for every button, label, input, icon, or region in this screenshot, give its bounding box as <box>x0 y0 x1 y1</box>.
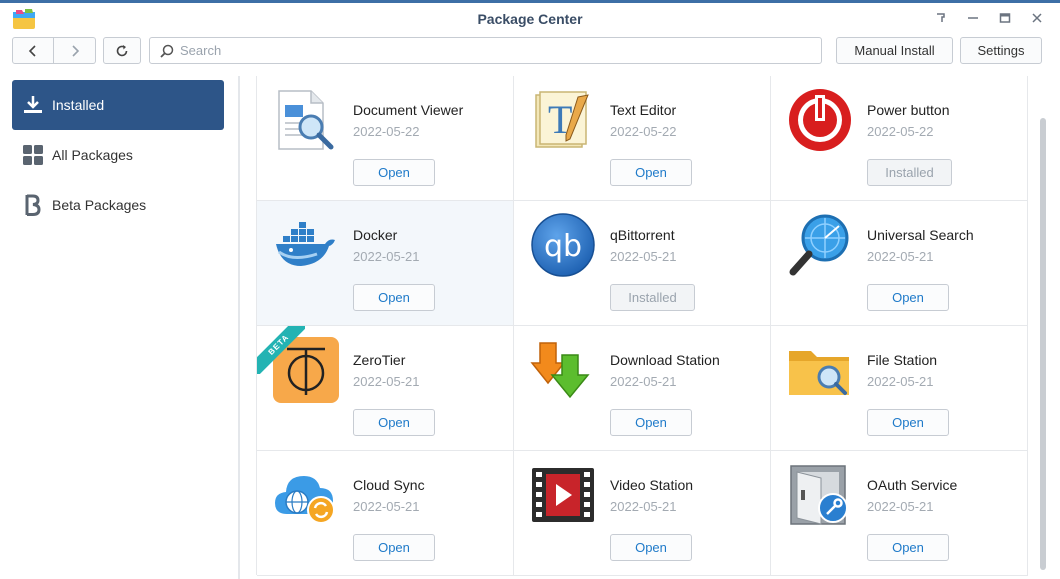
sidebar: Installed All Packages Beta Packages <box>0 70 238 579</box>
video-station-icon <box>532 468 594 522</box>
sidebar-item-label: Installed <box>52 97 105 113</box>
search-icon <box>160 44 174 58</box>
svg-text:qb: qb <box>544 229 582 264</box>
back-button[interactable] <box>12 37 54 64</box>
package-name: Document Viewer <box>353 102 464 118</box>
refresh-button[interactable] <box>103 37 141 64</box>
open-button[interactable]: Open <box>867 534 949 561</box>
docker-icon <box>276 222 335 266</box>
document-viewer-icon <box>278 90 334 150</box>
open-button[interactable]: Open <box>353 159 435 186</box>
package-date: 2022-05-22 <box>353 124 420 139</box>
package-name: Download Station <box>610 352 720 368</box>
package-grid: Document Viewer 2022-05-22 Open T Text E… <box>256 76 1028 576</box>
package-date: 2022-05-22 <box>867 124 934 139</box>
package-date: 2022-05-21 <box>353 499 420 514</box>
package-date: 2022-05-21 <box>610 499 677 514</box>
open-button[interactable]: Open <box>353 534 435 561</box>
title-bar: Package Center <box>0 3 1060 34</box>
package-date: 2022-05-22 <box>610 124 677 139</box>
package-date: 2022-05-21 <box>867 374 934 389</box>
package-name: Docker <box>353 227 398 243</box>
toolbar: Manual Install Settings <box>0 34 1060 70</box>
package-card-zerotier[interactable]: BETA ZeroTier 2022-05-21 Open <box>257 326 514 451</box>
pin-icon[interactable] <box>932 9 950 27</box>
qbittorrent-icon: qb <box>531 213 595 277</box>
package-name: qBittorrent <box>610 227 675 243</box>
beta-icon <box>22 194 44 216</box>
beta-badge: BETA <box>257 326 305 374</box>
package-name: Video Station <box>610 477 694 493</box>
package-card-document-viewer[interactable]: Document Viewer 2022-05-22 Open <box>257 76 514 201</box>
package-name: OAuth Service <box>867 477 958 493</box>
package-card-download-station[interactable]: Download Station 2022-05-21 Open <box>514 326 771 451</box>
sidebar-divider <box>238 76 240 579</box>
power-button-icon <box>789 89 851 151</box>
open-button[interactable]: Open <box>353 409 435 436</box>
oauth-service-icon <box>790 465 848 525</box>
sidebar-item-installed[interactable]: Installed <box>12 80 224 130</box>
sidebar-item-beta-packages[interactable]: Beta Packages <box>12 180 224 230</box>
package-name: Universal Search <box>867 227 974 243</box>
chevron-right-icon <box>71 44 79 57</box>
scrollbar-thumb[interactable] <box>1040 118 1046 570</box>
installed-button[interactable]: Installed <box>867 159 952 186</box>
package-name: File Station <box>867 352 938 368</box>
search-box[interactable] <box>149 37 822 64</box>
open-button[interactable]: Open <box>610 534 692 561</box>
open-button[interactable]: Open <box>610 159 692 186</box>
package-date: 2022-05-21 <box>353 249 420 264</box>
grid-icon <box>22 144 44 166</box>
package-card-universal-search[interactable]: Universal Search 2022-05-21 Open <box>771 201 1028 326</box>
package-date: 2022-05-21 <box>610 374 677 389</box>
package-name: ZeroTier <box>353 352 406 368</box>
installed-button[interactable]: Installed <box>610 284 695 311</box>
forward-button[interactable] <box>54 37 96 64</box>
package-date: 2022-05-21 <box>867 499 934 514</box>
chevron-left-icon <box>28 44 36 57</box>
universal-search-icon <box>789 214 849 276</box>
package-card-docker[interactable]: Docker 2022-05-21 Open <box>257 201 514 326</box>
open-button[interactable]: Open <box>353 284 435 311</box>
sidebar-item-all-packages[interactable]: All Packages <box>12 130 224 180</box>
window-title: Package Center <box>477 11 583 27</box>
settings-button[interactable]: Settings <box>960 37 1042 64</box>
package-card-power-button[interactable]: Power button 2022-05-22 Installed <box>771 76 1028 201</box>
package-card-cloud-sync[interactable]: Cloud Sync 2022-05-21 Open <box>257 451 514 576</box>
file-station-icon <box>789 351 849 395</box>
open-button[interactable]: Open <box>867 409 949 436</box>
package-card-qbittorrent[interactable]: qb qBittorrent 2022-05-21 Installed <box>514 201 771 326</box>
package-card-file-station[interactable]: File Station 2022-05-21 Open <box>771 326 1028 451</box>
maximize-icon[interactable] <box>996 9 1014 27</box>
package-name: Power button <box>867 102 950 118</box>
minimize-icon[interactable] <box>964 9 982 27</box>
package-card-video-station[interactable]: Video Station 2022-05-21 Open <box>514 451 771 576</box>
manual-install-button[interactable]: Manual Install <box>836 37 953 64</box>
text-editor-icon: T <box>535 91 589 148</box>
sidebar-item-label: All Packages <box>52 147 133 163</box>
sidebar-item-label: Beta Packages <box>52 197 147 213</box>
download-station-icon <box>530 342 590 399</box>
package-name: Cloud Sync <box>353 477 425 493</box>
cloud-sync-icon <box>275 476 335 524</box>
package-name: Text Editor <box>610 102 677 118</box>
download-icon <box>22 94 44 116</box>
open-button[interactable]: Open <box>610 409 692 436</box>
package-date: 2022-05-21 <box>610 249 677 264</box>
close-icon[interactable] <box>1028 9 1046 27</box>
package-date: 2022-05-21 <box>353 374 420 389</box>
package-card-oauth-service[interactable]: OAuth Service 2022-05-21 Open <box>771 451 1028 576</box>
search-input[interactable] <box>180 43 780 58</box>
open-button[interactable]: Open <box>867 284 949 311</box>
refresh-icon <box>116 44 128 56</box>
package-card-text-editor[interactable]: T Text Editor 2022-05-22 Open <box>514 76 771 201</box>
package-date: 2022-05-21 <box>867 249 934 264</box>
